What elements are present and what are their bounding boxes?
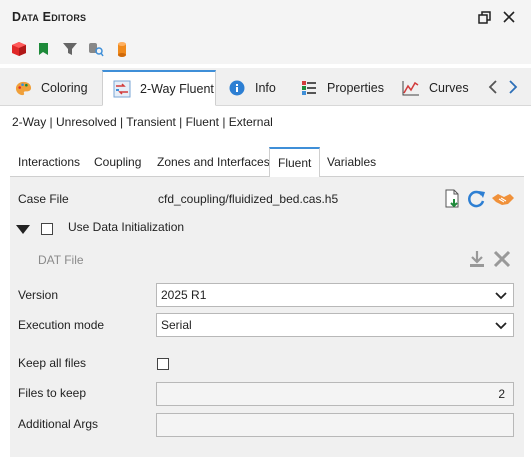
- version-select[interactable]: 2025 R1: [156, 283, 514, 307]
- tab-coloring[interactable]: Coloring: [4, 70, 100, 106]
- panel-header: Data Editors: [0, 0, 531, 36]
- restore-window-icon[interactable]: [475, 8, 493, 26]
- download-icon[interactable]: [468, 249, 486, 269]
- tab-variables[interactable]: Variables: [319, 147, 384, 177]
- tab-label: Properties: [327, 81, 384, 95]
- tab-properties[interactable]: Properties: [290, 70, 390, 106]
- case-file-label: Case File: [18, 192, 69, 206]
- delete-icon[interactable]: [493, 250, 511, 268]
- tab-coupling[interactable]: Coupling: [86, 147, 149, 177]
- tab-zones-and-interfaces[interactable]: Zones and Interfaces: [149, 147, 278, 177]
- palette-icon: [14, 79, 32, 97]
- version-label: Version: [18, 288, 59, 302]
- tab-label: Curves: [429, 81, 469, 95]
- keep-all-files-checkbox[interactable]: [157, 358, 169, 370]
- additional-args-label: Additional Args: [18, 417, 99, 431]
- tab-fluent[interactable]: Fluent: [269, 147, 321, 178]
- use-data-initialization-checkbox[interactable]: [41, 223, 53, 235]
- execution-mode-label: Execution mode: [18, 318, 105, 332]
- tab-label: Info: [255, 81, 276, 95]
- coupling-icon: [113, 80, 131, 98]
- case-file-value: cfd_coupling/fluidized_bed.cas.h5: [158, 192, 339, 206]
- properties-icon: [300, 79, 318, 97]
- tab-interactions[interactable]: Interactions: [10, 147, 88, 177]
- chevron-down-icon: [495, 290, 507, 304]
- tab-label: Coloring: [41, 81, 88, 95]
- files-to-keep-input[interactable]: 2: [156, 382, 514, 406]
- red-cube-icon[interactable]: [10, 40, 28, 58]
- dat-file-label: DAT File: [38, 253, 84, 267]
- refresh-icon[interactable]: [467, 189, 487, 209]
- breadcrumb: 2-Way | Unresolved | Transient | Fluent …: [12, 115, 273, 129]
- tab-2-way-fluent[interactable]: 2-Way Fluent: [102, 70, 216, 106]
- toolbar: [0, 36, 531, 64]
- search-database-icon[interactable]: [87, 40, 105, 58]
- scroll-left-icon[interactable]: [487, 80, 501, 94]
- files-to-keep-value: 2: [498, 387, 505, 401]
- keep-all-files-label: Keep all files: [18, 356, 87, 370]
- orange-cylinder-icon[interactable]: [113, 40, 131, 58]
- tab-label: 2-Way Fluent: [140, 81, 214, 96]
- version-value: 2025 R1: [161, 288, 207, 302]
- curve-icon: [402, 79, 420, 97]
- main-tab-bar: Coloring 2-Way Fluent Info Properties Cu…: [0, 68, 531, 106]
- import-file-icon[interactable]: [444, 189, 462, 209]
- tab-curves[interactable]: Curves: [392, 70, 476, 106]
- panel-title: Data Editors: [12, 10, 87, 24]
- execution-mode-select[interactable]: Serial: [156, 313, 514, 337]
- filter-icon[interactable]: [61, 40, 79, 58]
- tab-info[interactable]: Info: [218, 70, 290, 106]
- fluent-settings-panel: Case File cfd_coupling/fluidized_bed.cas…: [10, 177, 524, 457]
- additional-args-input[interactable]: [156, 413, 514, 437]
- files-to-keep-label: Files to keep: [18, 386, 87, 400]
- execution-mode-value: Serial: [161, 318, 192, 332]
- scroll-right-icon[interactable]: [507, 80, 521, 94]
- sub-tab-bar: Interactions Coupling Zones and Interfac…: [10, 147, 524, 178]
- collapse-triangle-icon[interactable]: [16, 224, 30, 234]
- green-flag-icon[interactable]: [35, 40, 53, 58]
- info-icon: [228, 79, 246, 97]
- use-data-initialization-label: Use Data Initialization: [68, 220, 185, 234]
- handshake-icon[interactable]: [491, 190, 515, 208]
- close-icon[interactable]: [500, 8, 518, 26]
- chevron-down-icon: [495, 320, 507, 334]
